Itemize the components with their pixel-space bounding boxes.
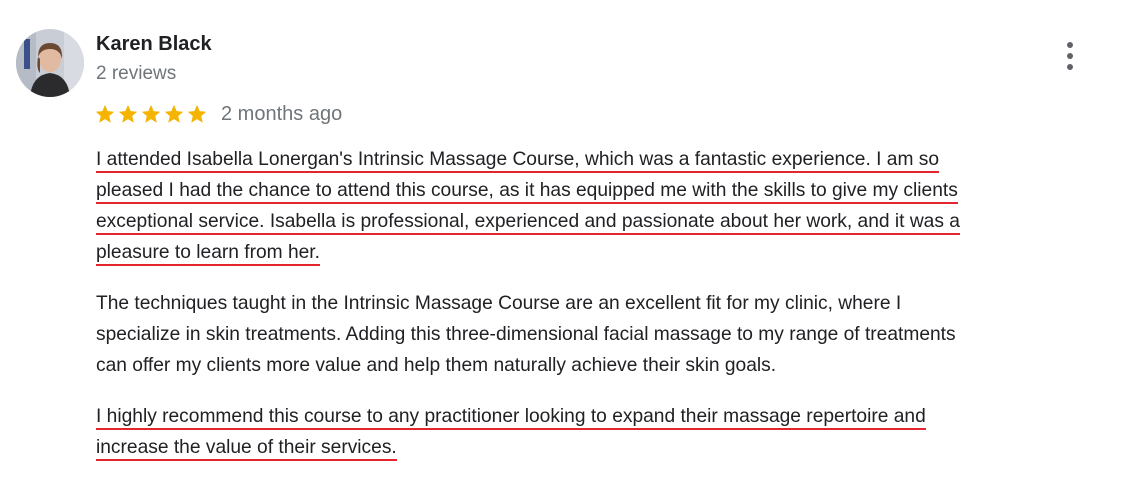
highlighted-text: increase the value of their services. bbox=[96, 437, 397, 461]
review-count[interactable]: 2 reviews bbox=[96, 62, 176, 86]
review-text-line: The techniques taught in the Intrinsic M… bbox=[96, 293, 902, 314]
review-text-line: can offer my clients more value and help… bbox=[96, 355, 777, 376]
star-icon bbox=[141, 104, 161, 123]
review-line: pleasure to learn from her. bbox=[96, 237, 1106, 268]
highlighted-text: exceptional service. Isabella is profess… bbox=[96, 211, 960, 235]
review-line: can offer my clients more value and help… bbox=[96, 350, 1106, 381]
review-text-line: specialize in skin treatments. Adding th… bbox=[96, 324, 956, 345]
star-icon bbox=[187, 104, 207, 123]
highlighted-text: I attended Isabella Lonergan's Intrinsic… bbox=[96, 149, 940, 173]
review-line: specialize in skin treatments. Adding th… bbox=[96, 319, 1106, 350]
review-line: exceptional service. Isabella is profess… bbox=[96, 206, 1106, 237]
review-line: pleased I had the chance to attend this … bbox=[96, 175, 1106, 206]
highlighted-text: pleasure to learn from her. bbox=[96, 242, 320, 266]
highlighted-text: pleased I had the chance to attend this … bbox=[96, 180, 958, 204]
more-options-button[interactable] bbox=[1056, 38, 1084, 74]
more-vertical-icon bbox=[1067, 42, 1073, 70]
review-line: I highly recommend this course to any pr… bbox=[96, 401, 1106, 432]
review-line: The techniques taught in the Intrinsic M… bbox=[96, 288, 1106, 319]
highlighted-text: I highly recommend this course to any pr… bbox=[96, 406, 926, 430]
star-icon bbox=[164, 104, 184, 123]
review-line: I attended Isabella Lonergan's Intrinsic… bbox=[96, 144, 1106, 175]
star-icon bbox=[118, 104, 138, 123]
review-text: I attended Isabella Lonergan's Intrinsic… bbox=[96, 144, 1106, 463]
review-line: increase the value of their services. bbox=[96, 432, 1106, 463]
star-rating bbox=[94, 103, 208, 125]
rating-row: 2 months ago bbox=[94, 101, 342, 127]
reviewer-name[interactable]: Karen Black bbox=[96, 32, 212, 56]
review-date: 2 months ago bbox=[221, 102, 343, 125]
avatar[interactable] bbox=[16, 29, 84, 97]
star-icon bbox=[95, 104, 115, 123]
avatar-photo bbox=[16, 29, 84, 97]
